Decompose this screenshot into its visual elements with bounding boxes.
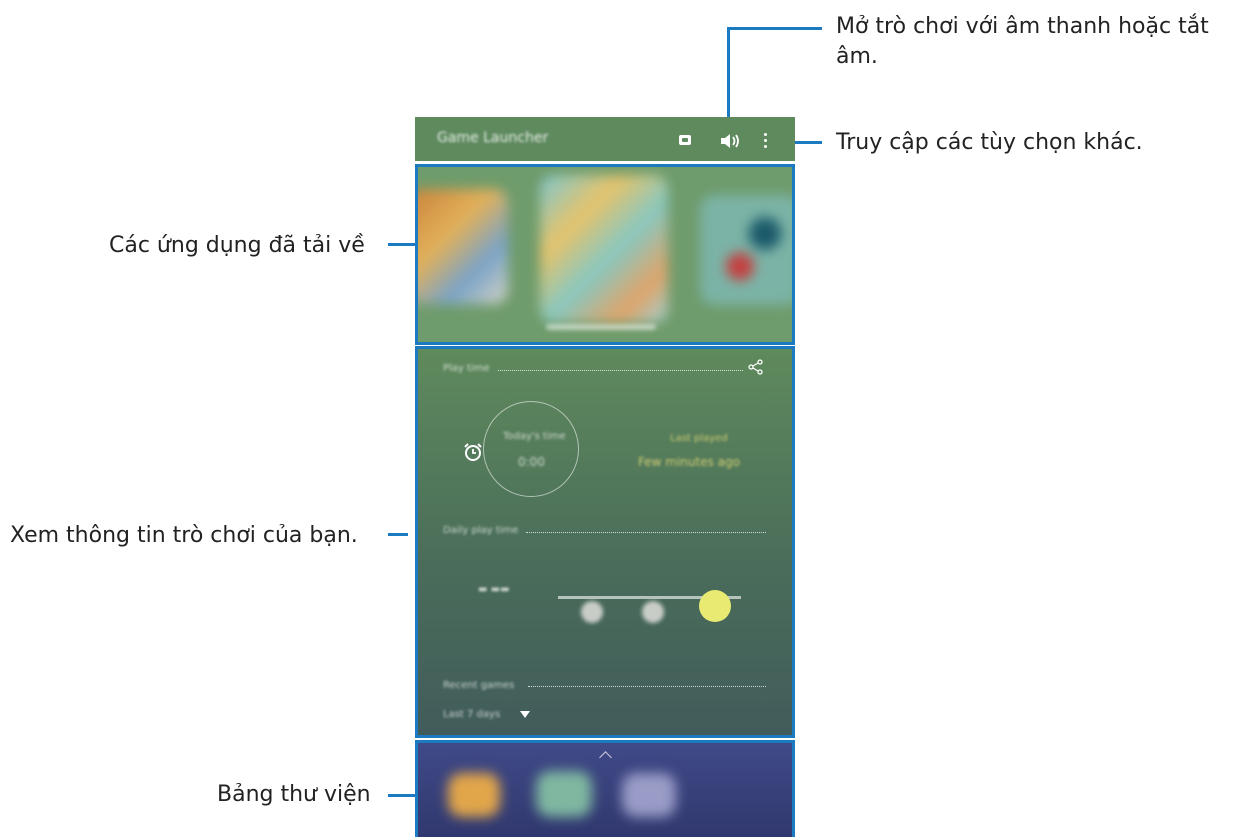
- library-callout: Bảng thư viện: [217, 782, 371, 807]
- sound-callout: Mở trò chơi với âm thanh hoặc tắt âm.: [836, 12, 1231, 72]
- app-bar-title: Game Launcher: [437, 130, 549, 146]
- game-launcher-screen: Game Launcher Play time Today's time 0:0…: [415, 117, 795, 837]
- volume-icon[interactable]: [719, 132, 741, 150]
- sound-callout-line-1: Mở trò chơi với âm thanh hoặc tắt: [836, 14, 1209, 39]
- downloaded-leader: [388, 243, 416, 246]
- library-highlight: [415, 740, 795, 837]
- discord-icon[interactable]: [679, 135, 691, 145]
- game-info-callout: Xem thông tin trò chơi của bạn.: [10, 523, 358, 548]
- more-options-callout: Truy cập các tùy chọn khác.: [836, 130, 1143, 155]
- more-options-icon[interactable]: [763, 132, 769, 150]
- game-info-highlight: [415, 346, 795, 738]
- sound-leader-horizontal: [727, 27, 822, 30]
- sound-callout-line-2: âm.: [836, 44, 878, 69]
- info-leader: [388, 533, 408, 536]
- app-bar: Game Launcher: [415, 117, 795, 161]
- library-leader: [388, 794, 418, 797]
- downloaded-apps-callout: Các ứng dụng đã tải về: [109, 233, 365, 258]
- downloaded-games-highlight: [415, 164, 795, 345]
